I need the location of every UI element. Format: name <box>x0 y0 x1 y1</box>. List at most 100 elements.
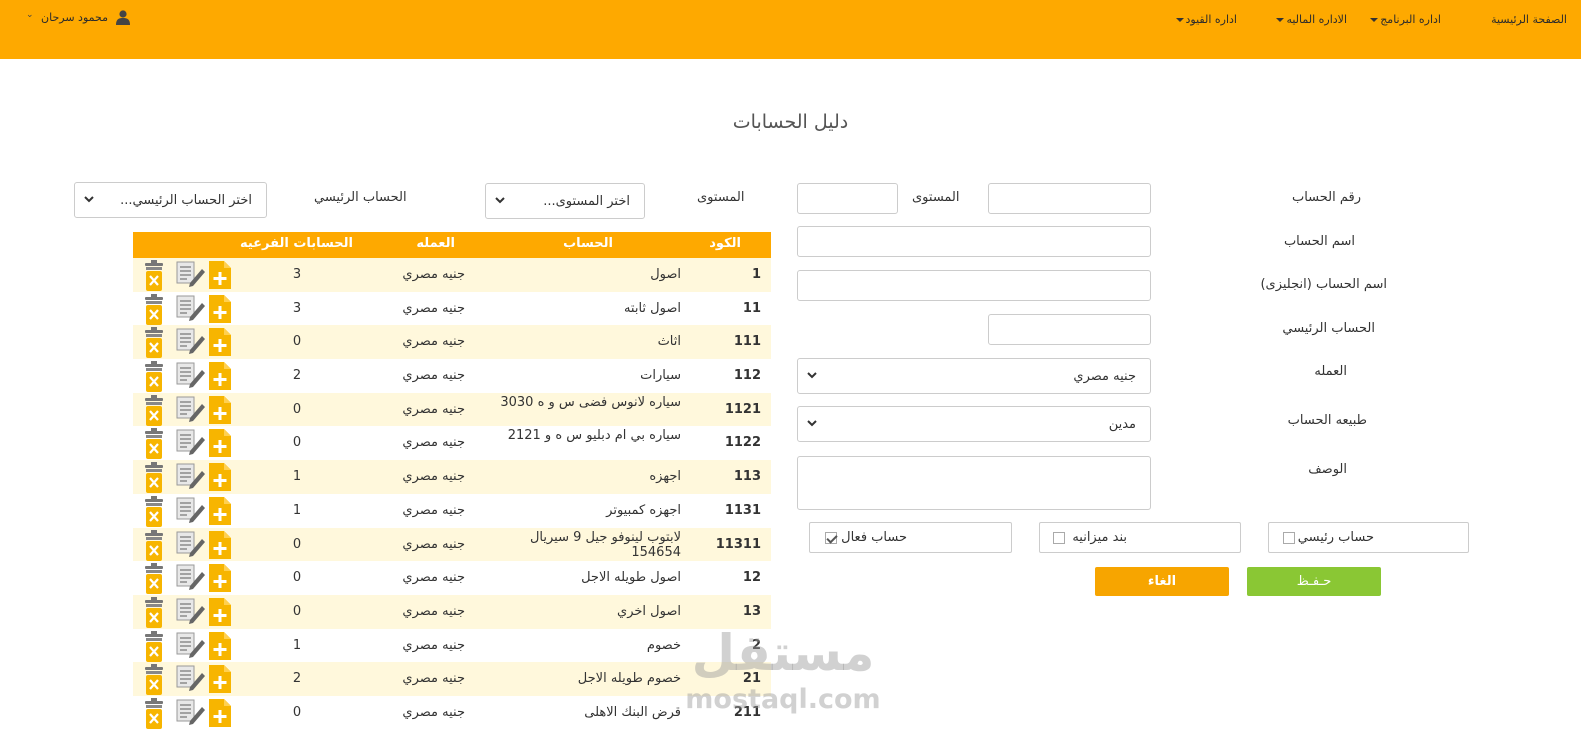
cell-currency: جنيه مصري <box>402 671 465 687</box>
cell-currency: جنيه مصري <box>402 469 465 485</box>
delete-icon[interactable] <box>143 293 165 330</box>
cell-account-name: اصول طويله الاجل <box>581 570 681 586</box>
is-main-account-label: حساب رئيسي <box>1297 530 1374 545</box>
add-icon[interactable] <box>208 664 232 698</box>
table-row: 12 اصول طويله الاجل جنيه مصري 0 <box>133 561 771 595</box>
nav-finance-admin-menu[interactable]: الاداره الماليه <box>1276 13 1347 26</box>
account-number-input[interactable] <box>988 183 1151 214</box>
cell-code: 1131 <box>724 502 761 518</box>
edit-icon[interactable] <box>176 429 206 459</box>
edit-icon[interactable] <box>176 295 206 325</box>
chevron-down-icon <box>807 420 817 427</box>
cell-currency: جنيه مصري <box>402 368 465 384</box>
edit-icon[interactable] <box>176 598 206 628</box>
delete-icon[interactable] <box>143 630 165 667</box>
edit-icon[interactable] <box>176 699 206 729</box>
table-row: 113 اجهزه جنيه مصري 1 <box>133 460 771 494</box>
delete-icon[interactable] <box>143 394 165 431</box>
cell-sub-accounts: 0 <box>292 704 302 720</box>
user-menu[interactable]: ⌄ محمود سرحان <box>26 10 130 25</box>
table-row: 11311 لابتوب لينوفو جيل 9 سيريال 154654 جن… <box>133 527 771 564</box>
delete-icon[interactable] <box>143 327 165 363</box>
parent-account-input[interactable] <box>988 314 1151 345</box>
add-icon[interactable] <box>208 563 232 597</box>
edit-icon[interactable] <box>176 564 206 594</box>
row-actions <box>143 327 233 359</box>
add-icon[interactable] <box>208 428 232 462</box>
delete-icon[interactable] <box>143 664 165 700</box>
budget-item-checkbox[interactable]: بند ميزانيه <box>1039 522 1241 553</box>
add-icon[interactable] <box>208 462 232 496</box>
delete-icon[interactable] <box>143 596 165 633</box>
caret-down-icon <box>1370 18 1379 22</box>
delete-icon[interactable] <box>143 563 165 599</box>
is-main-account-check[interactable] <box>1283 532 1295 544</box>
delete-icon[interactable] <box>143 361 165 397</box>
description-textarea[interactable] <box>797 456 1151 510</box>
add-icon[interactable] <box>208 294 232 328</box>
column-header-account: الحساب <box>563 236 613 251</box>
caret-down-icon <box>1175 18 1184 22</box>
add-icon[interactable] <box>208 395 232 429</box>
add-icon[interactable] <box>208 597 232 631</box>
currency-select[interactable]: جنيه مصري <box>797 358 1151 394</box>
edit-icon[interactable] <box>176 396 206 426</box>
filter-level-select[interactable]: اختر المستوى... <box>485 183 645 219</box>
delete-icon[interactable] <box>143 260 165 296</box>
cell-currency: جنيه مصري <box>402 570 465 586</box>
save-button[interactable]: حـفـظ <box>1247 567 1381 596</box>
cell-account-name: خصوم <box>646 637 681 653</box>
nav-home-link[interactable]: الصفحة الرئيسية <box>1491 13 1567 26</box>
delete-icon[interactable] <box>143 462 165 498</box>
edit-icon[interactable] <box>176 531 206 561</box>
add-icon[interactable] <box>208 530 232 564</box>
edit-icon[interactable] <box>176 362 206 392</box>
nav-entries-admin-menu[interactable]: اداره القيود <box>1175 13 1237 26</box>
table-row: 21 خصوم طويله الاجل جنيه مصري 2 <box>133 662 771 696</box>
cell-code: 1 <box>751 267 761 282</box>
edit-icon[interactable] <box>176 463 206 493</box>
edit-icon[interactable] <box>176 328 206 358</box>
cell-sub-accounts: 0 <box>292 334 302 350</box>
delete-icon[interactable] <box>143 495 165 532</box>
is-main-account-checkbox[interactable]: حساب رئيسي <box>1268 522 1469 553</box>
delete-icon[interactable] <box>143 529 165 566</box>
cell-currency: جنيه مصري <box>402 267 465 282</box>
chevron-down-icon: ⌄ <box>26 10 34 20</box>
cell-account-name: اصول ثابته <box>623 300 681 316</box>
edit-icon[interactable] <box>176 497 206 527</box>
cell-sub-accounts: 0 <box>292 401 302 417</box>
row-actions <box>143 596 233 628</box>
parent-account-label: الحساب الرئيسي <box>1282 321 1375 336</box>
add-icon[interactable] <box>208 327 232 361</box>
nav-program-admin-menu[interactable]: اداره البرنامج <box>1370 13 1441 26</box>
table-row: 1121 سياره لانوس فضى س و ه 3030 جنيه مصري 0 <box>133 392 771 429</box>
filter-parent-select[interactable]: اختر الحساب الرئيسي... <box>74 182 267 218</box>
cell-code: 112 <box>733 368 761 384</box>
currency-label: العمله <box>1314 364 1347 379</box>
add-icon[interactable] <box>208 496 232 530</box>
cancel-button[interactable]: الغاء <box>1095 567 1229 596</box>
level-input[interactable] <box>797 183 898 214</box>
top-navbar: الصفحة الرئيسية اداره البرنامج الاداره ا… <box>0 0 1581 59</box>
add-icon[interactable] <box>208 698 232 732</box>
add-icon[interactable] <box>208 260 232 294</box>
cell-account-name: اثاث <box>657 334 681 350</box>
edit-icon[interactable] <box>176 261 206 291</box>
add-icon[interactable] <box>208 631 232 665</box>
add-icon[interactable] <box>208 361 232 395</box>
account-name-input[interactable] <box>797 226 1151 257</box>
active-account-label: حساب فعال <box>841 530 907 545</box>
edit-icon[interactable] <box>176 632 206 662</box>
active-account-check[interactable] <box>825 532 837 544</box>
account-nature-select[interactable]: مدين <box>797 406 1151 442</box>
filter-level-label: المستوى <box>697 190 745 205</box>
caret-down-icon <box>1276 18 1285 22</box>
account-name-en-input[interactable] <box>797 270 1151 301</box>
edit-icon[interactable] <box>176 665 206 695</box>
delete-icon[interactable] <box>143 697 165 734</box>
active-account-checkbox[interactable]: حساب فعال <box>809 522 1012 553</box>
user-name: محمود سرحان <box>41 11 108 24</box>
delete-icon[interactable] <box>143 428 165 464</box>
budget-item-check[interactable] <box>1053 532 1065 544</box>
